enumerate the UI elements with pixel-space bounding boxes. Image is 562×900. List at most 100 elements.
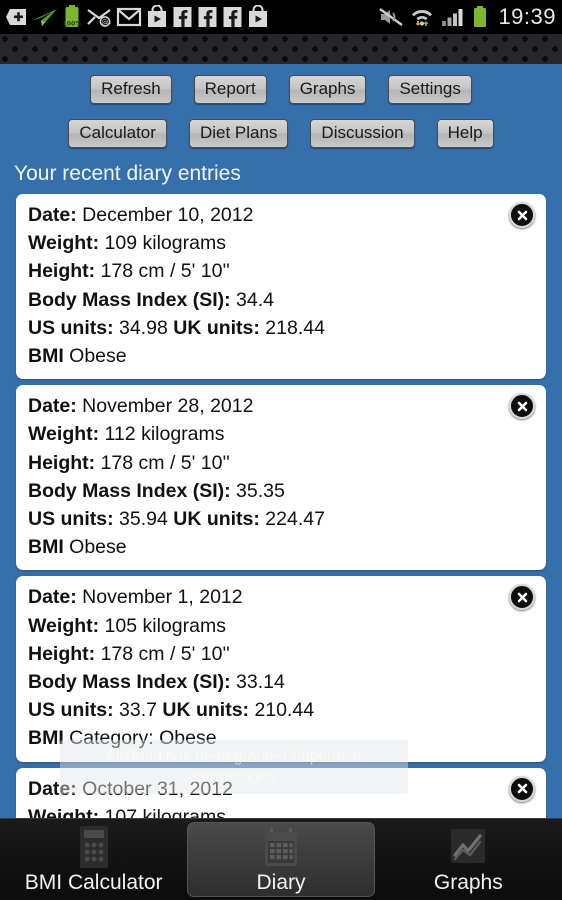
- status-bar-system-icons: 19:39: [378, 4, 556, 30]
- tab-inner: Diary: [187, 822, 375, 897]
- diary-entry-line: BMI Category: Obese: [28, 724, 534, 752]
- gmail-icon: [116, 7, 142, 27]
- diary-entry-value: November 28, 2012: [76, 395, 254, 418]
- diary-entry-value: 218.44: [259, 316, 325, 339]
- toolbar-row-primary: Refresh Report Graphs Settings: [0, 75, 562, 104]
- diary-entry-card[interactable]: Date: December 10, 2012 Weight: 109 kilog…: [16, 194, 546, 380]
- texture-strip: [0, 34, 562, 66]
- diary-entry-line: Body Mass Index (SI): 35.35: [28, 477, 534, 505]
- diary-entry-line: Weight: 109 kilograms: [28, 229, 534, 257]
- tab-graphs[interactable]: Graphs: [375, 819, 562, 900]
- play-store-icon: [249, 5, 267, 27]
- discussion-button[interactable]: Discussion: [310, 119, 415, 148]
- diary-entry-value: 105 kilograms: [99, 614, 226, 637]
- diary-entry-line: Weight: 105 kilograms: [28, 612, 534, 640]
- tab-diary[interactable]: Diary: [187, 819, 375, 900]
- diary-entry-label: UK units:: [167, 316, 260, 339]
- diary-entry-value: 33.14: [230, 671, 285, 694]
- diary-entry-label: Weight:: [28, 232, 100, 255]
- report-button[interactable]: Report: [193, 75, 267, 104]
- wifi-data-icon: [412, 9, 433, 26]
- tab-label: Diary: [256, 870, 306, 894]
- diary-entry-value: 107 kilograms: [99, 805, 226, 818]
- help-button[interactable]: Help: [436, 119, 494, 148]
- paper-plane-icon: [33, 9, 57, 26]
- status-bar-notification-icons: 100% @: [4, 4, 378, 30]
- tab-inner: Graphs: [375, 819, 562, 900]
- diary-entry-line: Date: November 1, 2012: [28, 583, 534, 611]
- diary-entry-label: Body Mass Index (SI):: [28, 479, 231, 502]
- diary-entry-card[interactable]: Date: October 31, 2012 Weight: 107 kilogr…: [16, 767, 546, 818]
- close-circle-icon[interactable]: [509, 775, 535, 802]
- diary-entry-label: US units:: [28, 508, 114, 531]
- diary-entry-label: Weight:: [28, 423, 100, 446]
- facebook-icon: [223, 7, 242, 27]
- tab-bmi-calculator[interactable]: BMI Calculator: [0, 819, 187, 900]
- diary-entry-value: October 31, 2012: [76, 777, 233, 800]
- page-title: Your recent diary entries: [14, 162, 241, 185]
- diary-entry-value: 224.47: [259, 508, 325, 531]
- diet-plans-button[interactable]: Diet Plans: [188, 119, 289, 148]
- tab-inner: BMI Calculator: [0, 819, 187, 900]
- diary-entry-line: Height: 178 cm / 5' 10'': [28, 257, 534, 285]
- diary-entry-value: 35.94: [113, 508, 168, 531]
- battery-full-icon: [474, 6, 487, 27]
- play-store-icon: [148, 5, 166, 27]
- diary-entry-line: US units: 33.7 UK units: 210.44: [28, 696, 534, 724]
- diary-entry-line: Weight: 107 kilograms: [28, 803, 534, 818]
- refresh-button[interactable]: Refresh: [90, 75, 172, 104]
- diary-entry-line: Body Mass Index (SI): 33.14: [28, 668, 534, 696]
- status-bar: 100% @ 19:39: [0, 0, 562, 34]
- diary-entry-card[interactable]: Date: November 28, 2012 Weight: 112 kilog…: [16, 385, 546, 571]
- calculator-button[interactable]: Calculator: [68, 119, 167, 148]
- facebook-icon: [198, 7, 217, 27]
- diary-entry-line: BMI Obese: [28, 533, 534, 561]
- app-screen: 100% @ 19:39 Refresh Report Graphs Setti…: [0, 0, 562, 900]
- email-at-icon: @: [87, 9, 111, 27]
- diary-entry-list: Date: December 10, 2012 Weight: 109 kilog…: [0, 194, 562, 818]
- diary-entry-label: US units:: [28, 699, 114, 722]
- diary-entry-value: Obese: [63, 345, 127, 368]
- diary-entry-value: November 1, 2012: [76, 586, 243, 609]
- diary-entry-label: Date:: [28, 395, 77, 418]
- diary-entry-label: Date:: [28, 204, 77, 226]
- svg-text:@: @: [102, 18, 109, 26]
- diary-entry-line: Date: October 31, 2012: [28, 775, 534, 803]
- diary-entry-value: 33.7: [113, 699, 157, 722]
- graphs-button[interactable]: Graphs: [288, 75, 367, 104]
- diary-entry-value: 35.35: [230, 479, 285, 502]
- status-bar-clock: 19:39: [498, 4, 556, 29]
- diary-entry-value: 34.4: [230, 288, 274, 311]
- battery-percent-icon: 100%: [62, 5, 82, 28]
- close-circle-icon[interactable]: [509, 202, 535, 228]
- diary-entry-label: BMI: [28, 536, 64, 559]
- settings-button[interactable]: Settings: [388, 75, 472, 104]
- diary-entry-line: BMI Obese: [28, 342, 534, 370]
- diary-entry-label: Height:: [28, 451, 96, 474]
- tab-label: BMI Calculator: [24, 870, 163, 894]
- diary-entry-line: Date: November 28, 2012: [28, 392, 534, 420]
- diary-entry-value: 178 cm / 5' 10'': [95, 642, 230, 665]
- calendar-icon: [259, 825, 303, 869]
- diary-entry-value: 34.98: [113, 316, 168, 339]
- diary-entry-label: Date:: [28, 777, 77, 800]
- bottom-tab-bar: BMI Calculator Diary Graphs: [0, 818, 562, 900]
- svg-text:100%: 100%: [62, 21, 81, 28]
- diary-entry-value: Category: Obese: [63, 727, 217, 750]
- diary-entry-label: Height:: [28, 642, 96, 665]
- diary-entry-label: BMI: [28, 345, 64, 368]
- diary-entry-line: Body Mass Index (SI): 34.4: [28, 286, 534, 314]
- mute-icon: [379, 8, 404, 26]
- main-content: Refresh Report Graphs Settings Calculator Di…: [0, 64, 562, 818]
- diary-entry-value: 178 cm / 5' 10'': [95, 451, 230, 474]
- plus-badge-icon: [6, 9, 26, 25]
- diary-entry-label: UK units:: [167, 508, 260, 531]
- diary-entry-label: UK units:: [156, 699, 250, 722]
- line-chart-icon: [446, 825, 490, 869]
- diary-entry-line: US units: 34.98 UK units: 218.44: [28, 314, 534, 342]
- diary-entry-label: Date:: [28, 586, 77, 609]
- diary-entry-card[interactable]: Date: November 1, 2012 Weight: 105 kilogr…: [16, 576, 546, 762]
- diary-entry-value: December 10, 2012: [76, 204, 254, 226]
- diary-entry-value: 112 kilograms: [99, 423, 225, 446]
- diary-entry-line: US units: 35.94 UK units: 224.47: [28, 505, 534, 533]
